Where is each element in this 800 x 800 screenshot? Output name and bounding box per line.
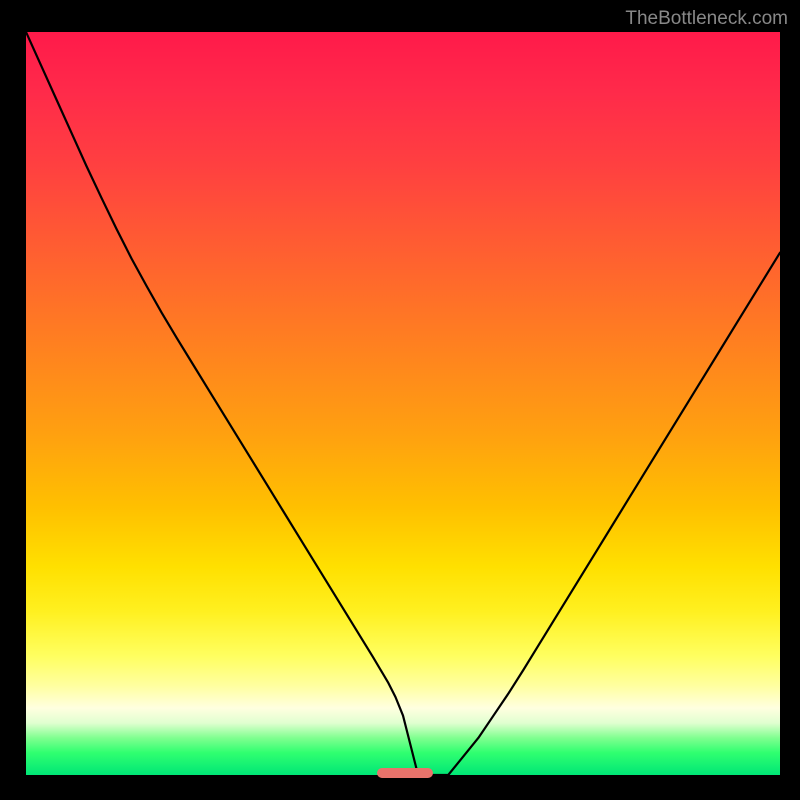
chart-container: TheBottleneck.com (0, 0, 800, 800)
watermark-label: TheBottleneck.com (625, 8, 788, 30)
bottleneck-curve (26, 32, 780, 775)
plot-area (26, 32, 780, 775)
optimum-range-marker (377, 768, 434, 778)
